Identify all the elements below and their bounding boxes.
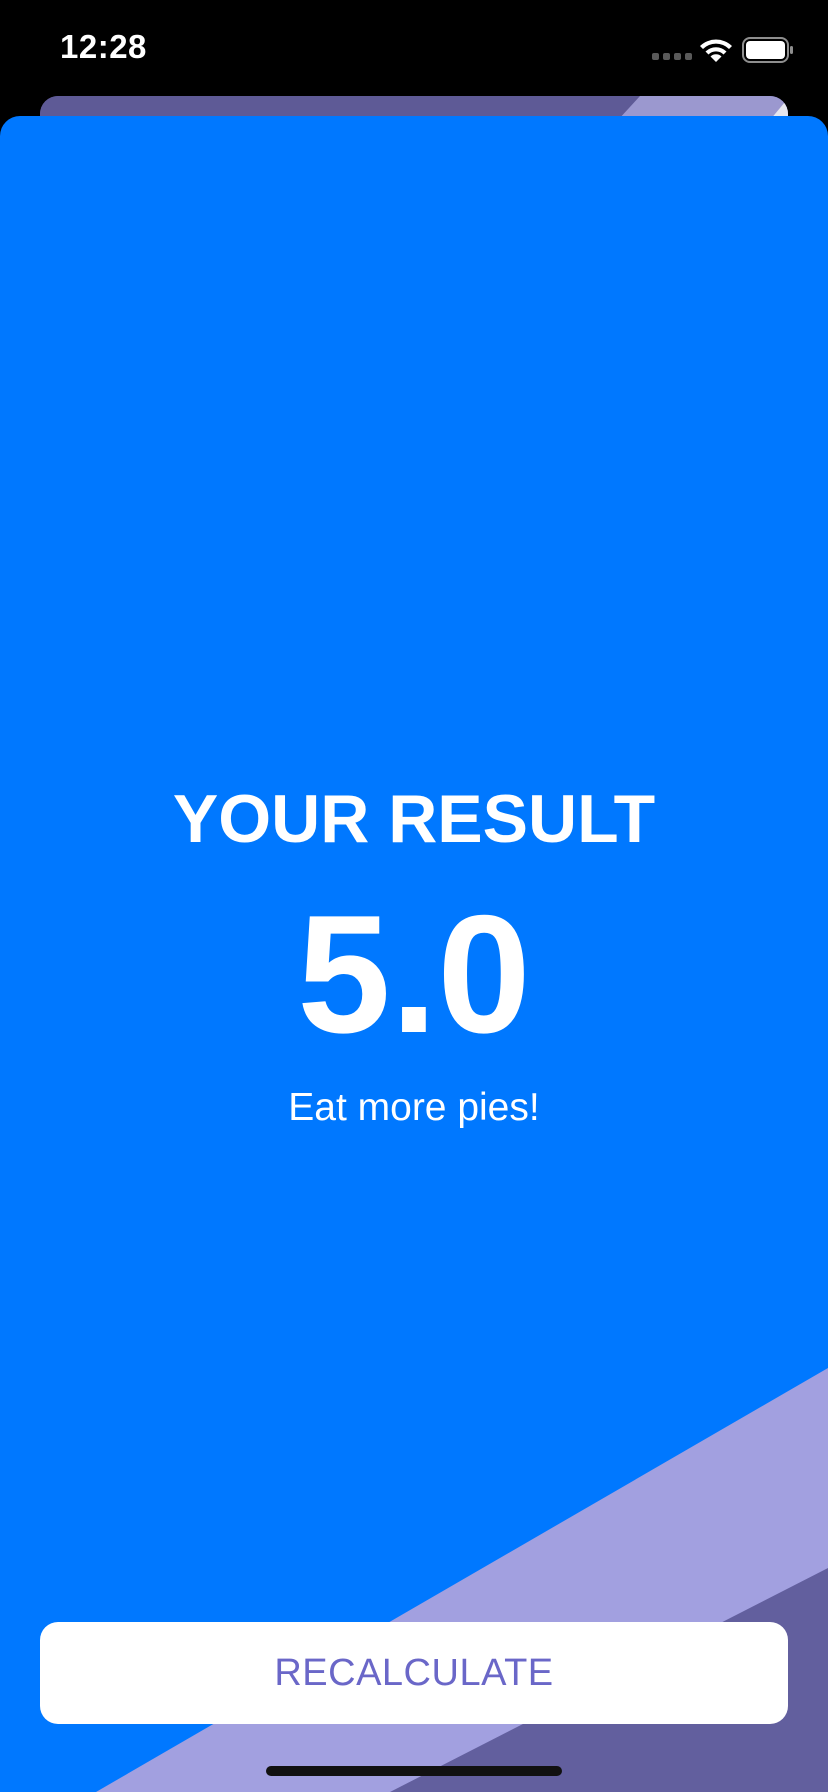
wifi-icon <box>700 39 732 62</box>
recalculate-button-label: RECALCULATE <box>274 1651 554 1694</box>
home-indicator[interactable] <box>266 1766 562 1776</box>
status-bar: 12:28 <box>0 0 828 96</box>
result-sheet: YOUR RESULT 5.0 Eat more pies! <box>0 116 828 1792</box>
result-advice: Eat more pies! <box>288 1086 540 1129</box>
cellular-signal-icon <box>652 53 692 60</box>
result-screen: 12:28 YOUR RESULT 5.0 Eat more pies! REC… <box>0 0 828 1792</box>
battery-icon <box>742 37 793 63</box>
status-time: 12:28 <box>60 28 147 65</box>
result-title: YOUR RESULT <box>172 781 656 857</box>
recalculate-button[interactable]: RECALCULATE <box>40 1622 788 1724</box>
result-value: 5.0 <box>297 880 531 1068</box>
